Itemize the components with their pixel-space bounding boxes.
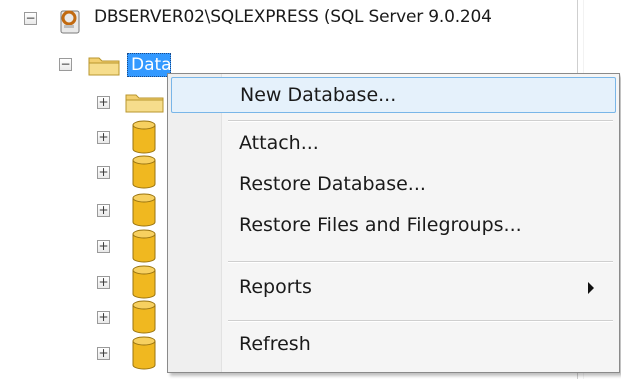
menu-separator (228, 320, 613, 322)
folder-icon (125, 94, 164, 113)
menu-item-refresh[interactable]: Refresh (171, 327, 616, 363)
database-icon (132, 229, 156, 263)
menu-item-label: New Database... (240, 84, 397, 106)
submenu-arrow-icon (588, 282, 594, 294)
database-icon (132, 300, 156, 334)
database-icon (132, 193, 156, 227)
server-icon (60, 10, 80, 34)
menu-item-restore-files-filegroups[interactable]: Restore Files and Filegroups... (171, 208, 616, 244)
databases-node-label[interactable]: Databases (127, 53, 171, 77)
expand-glyph: + (98, 346, 109, 360)
plus-expander-icon[interactable]: + (97, 96, 110, 109)
plus-expander-icon[interactable]: + (97, 276, 110, 289)
menu-item-label: Reports (239, 276, 312, 298)
server-collapse-icon[interactable]: − (24, 12, 37, 25)
expand-glyph: + (98, 203, 109, 217)
collapse-glyph: − (25, 11, 36, 25)
folder-icon (88, 57, 120, 76)
expand-glyph: + (98, 130, 109, 144)
collapse-glyph: − (60, 57, 71, 71)
databases-collapse-icon[interactable]: − (59, 58, 72, 71)
plus-expander-icon[interactable]: + (97, 131, 110, 144)
menu-item-label: Refresh (239, 333, 311, 355)
menu-item-new-database[interactable]: New Database... (171, 77, 616, 113)
server-node-label[interactable]: DBSERVER02\SQLEXPRESS (SQL Server 9.0.20… (94, 7, 492, 27)
database-icon (132, 265, 156, 299)
menu-item-label: Attach... (239, 132, 319, 154)
expand-glyph: + (98, 310, 109, 324)
plus-expander-icon[interactable]: + (97, 166, 110, 179)
plus-expander-icon[interactable]: + (97, 347, 110, 360)
plus-expander-icon[interactable]: + (97, 311, 110, 324)
expand-glyph: + (98, 165, 109, 179)
menu-item-reports[interactable]: Reports (171, 270, 616, 306)
menu-separator (228, 120, 613, 122)
database-icon (132, 120, 156, 154)
plus-expander-icon[interactable]: + (97, 204, 110, 217)
expand-glyph: + (98, 95, 109, 109)
plus-expander-icon[interactable]: + (97, 240, 110, 253)
database-icon (132, 155, 156, 189)
context-menu: New Database... Attach... Restore Databa… (167, 73, 620, 373)
database-icon (132, 336, 156, 370)
menu-item-restore-database[interactable]: Restore Database... (171, 167, 616, 203)
menu-item-attach[interactable]: Attach... (171, 126, 616, 162)
menu-item-label: Restore Files and Filegroups... (239, 214, 522, 236)
menu-separator (228, 261, 613, 263)
expand-glyph: + (98, 239, 109, 253)
expand-glyph: + (98, 275, 109, 289)
menu-item-label: Restore Database... (239, 173, 426, 195)
